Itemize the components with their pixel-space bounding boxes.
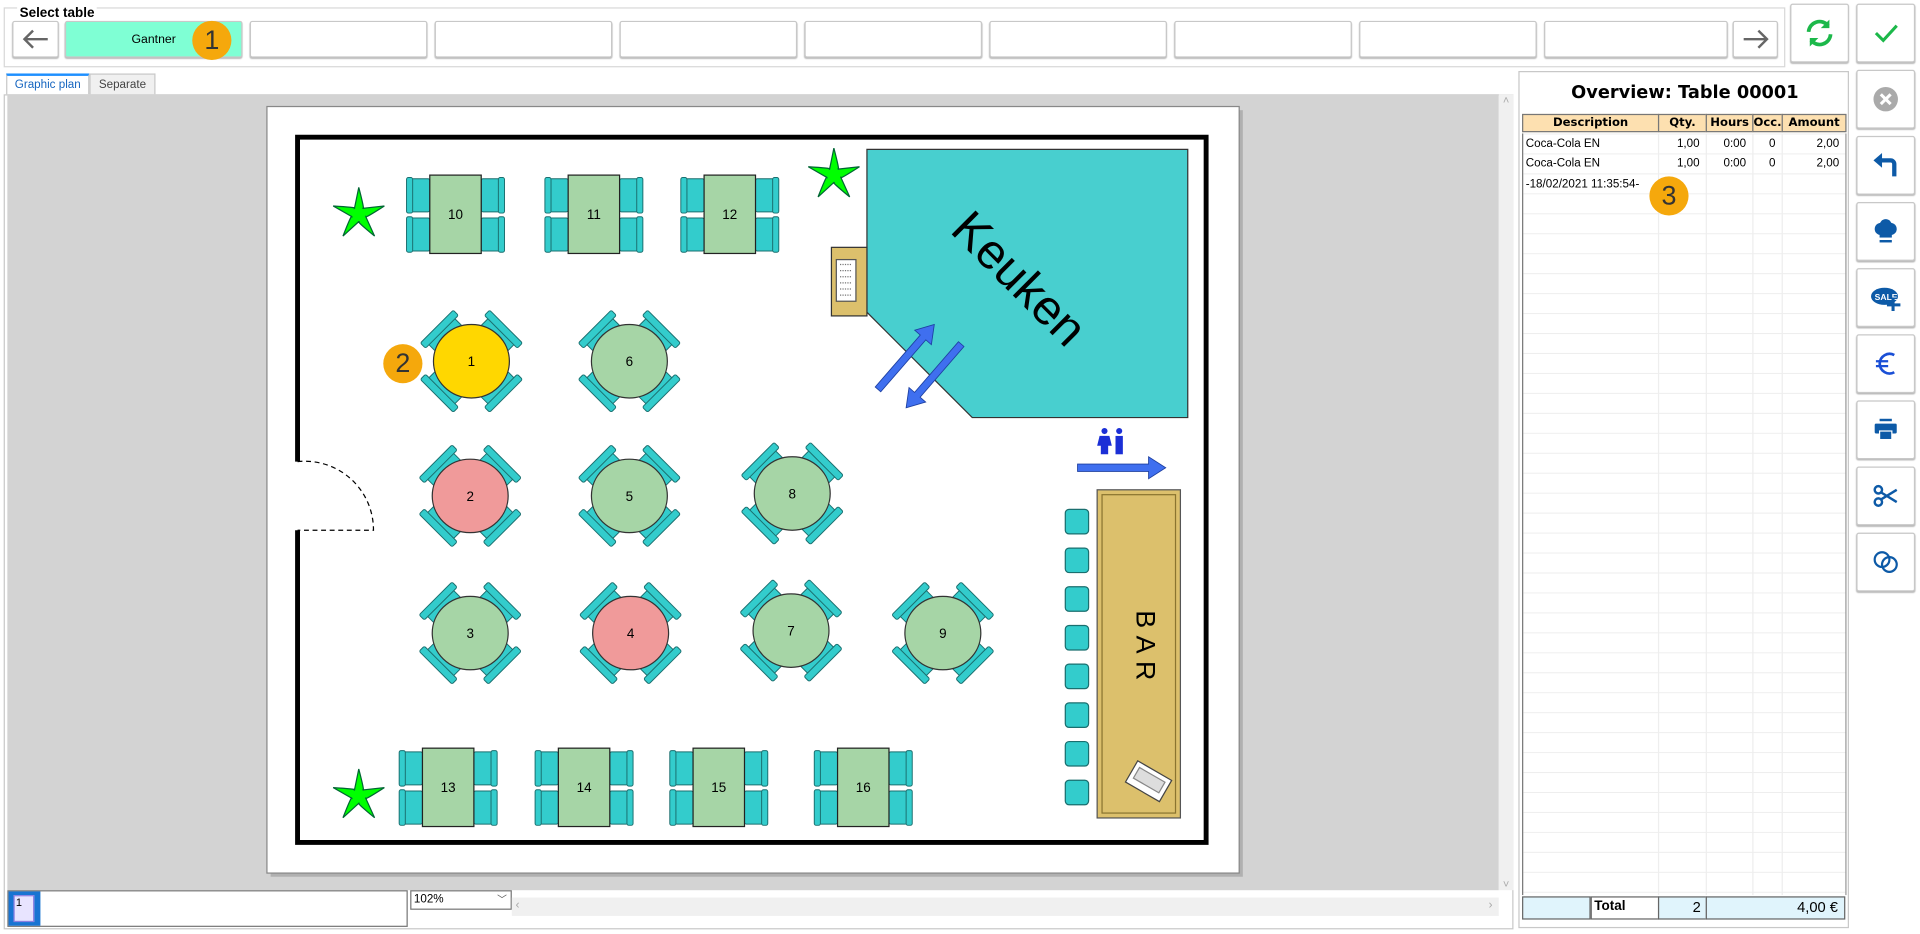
- scroll-right-icon[interactable]: ›: [1489, 899, 1493, 912]
- page-icon: 1: [13, 895, 35, 923]
- table-number: 2: [466, 489, 473, 504]
- cell-hours: 0:00: [1723, 137, 1747, 151]
- table-number: 5: [626, 489, 633, 504]
- column-header[interactable]: Description: [1522, 113, 1660, 133]
- order-grid[interactable]: [1522, 133, 1847, 896]
- cell-amount: 2,00: [1816, 157, 1840, 171]
- table-number: 15: [711, 780, 726, 795]
- zoom-select[interactable]: 102% ﹀: [410, 890, 512, 910]
- bar-stool: [1064, 624, 1090, 651]
- cell-amount: [1785, 175, 1839, 195]
- app-window: Select table Gantner SALE Graphic plan S…: [0, 0, 1920, 934]
- annotation-badge-1: 1: [192, 20, 232, 61]
- page-thumbnails[interactable]: 1: [7, 890, 408, 927]
- horizontal-scrollbar[interactable]: ‹ ›: [511, 897, 1499, 916]
- page-thumbnail-selected[interactable]: 1: [8, 891, 41, 926]
- total-amount: 4,00 €: [1705, 896, 1846, 920]
- bar-stool: [1064, 547, 1090, 574]
- annotation-badge-2: 2: [383, 344, 423, 384]
- table-number: 13: [441, 780, 456, 795]
- cell-amount: 2,00: [1816, 137, 1840, 151]
- column-header[interactable]: Hours: [1705, 113, 1754, 133]
- table-number: 9: [939, 626, 946, 641]
- column-header[interactable]: Qty.: [1657, 113, 1707, 133]
- bar-stool: [1064, 740, 1090, 767]
- annotation-badge-3: 3: [1649, 176, 1689, 216]
- total-label: Total: [1590, 896, 1660, 920]
- table-number: 16: [856, 780, 871, 795]
- bar-label: BAR: [1130, 610, 1160, 687]
- scroll-left-icon[interactable]: ‹: [516, 899, 520, 912]
- table-number: 10: [448, 207, 463, 222]
- bar-stool: [1064, 508, 1090, 535]
- cell-description: Coca-Cola EN: [1525, 157, 1601, 171]
- total-qty: 2: [1657, 896, 1707, 920]
- table-number: 6: [626, 354, 633, 369]
- table-number: 1: [468, 354, 475, 369]
- vertical-scrollbar[interactable]: ˄ ˅: [1498, 94, 1514, 891]
- bar-stool: [1064, 586, 1090, 612]
- cell-qty: 1,00: [1676, 137, 1700, 151]
- table-number: 14: [577, 780, 592, 795]
- table-number: 12: [722, 207, 737, 222]
- table-number: 11: [587, 207, 601, 222]
- cell-occ: 0: [1769, 137, 1776, 151]
- cell-description: Coca-Cola EN: [1525, 137, 1601, 151]
- column-header[interactable]: Amount: [1781, 113, 1847, 133]
- overview-title: Overview: Table 00001: [1571, 83, 1799, 103]
- chevron-down-icon: ﹀: [497, 893, 507, 905]
- bar-stool: [1064, 663, 1090, 690]
- table-number: 4: [627, 626, 635, 641]
- zoom-value: 102%: [413, 892, 444, 907]
- cell-hours: [1709, 175, 1746, 195]
- cell-occ: 0: [1769, 157, 1776, 171]
- cell-qty: 1,00: [1676, 157, 1700, 171]
- total-blank: [1522, 896, 1591, 920]
- table-number: 8: [789, 486, 796, 501]
- column-header[interactable]: Occ.: [1752, 113, 1783, 133]
- bar-stool: [1064, 702, 1090, 728]
- bar-stool: [1064, 779, 1090, 806]
- table-number: 3: [466, 626, 473, 641]
- cell-occ: [1756, 175, 1776, 195]
- table-number: 7: [787, 624, 794, 639]
- scroll-up-icon[interactable]: ˄: [1499, 94, 1514, 106]
- scroll-down-icon[interactable]: ˅: [1499, 878, 1514, 890]
- cell-hours: 0:00: [1723, 157, 1747, 171]
